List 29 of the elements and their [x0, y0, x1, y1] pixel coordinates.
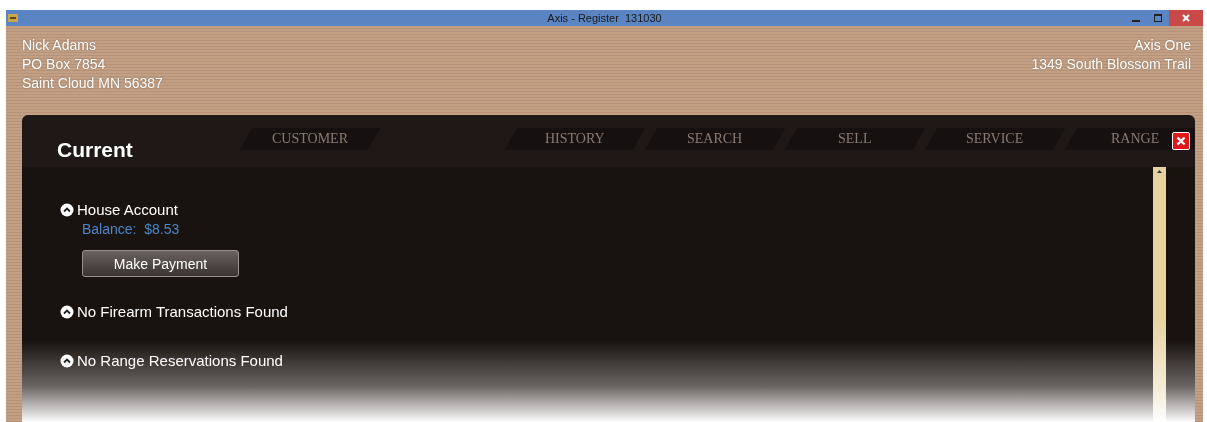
collapse-icon[interactable]: [60, 353, 74, 368]
section-heading: House Account: [77, 201, 178, 218]
scrollbar[interactable]: [1153, 167, 1166, 422]
dialog-close-button[interactable]: [1172, 132, 1190, 150]
address-line: Nick Adams: [22, 36, 96, 55]
scroll-up-arrow-icon[interactable]: [1156, 167, 1163, 175]
section-heading: No Firearm Transactions Found: [77, 303, 288, 320]
close-button[interactable]: [1169, 10, 1203, 26]
balance-text: Balance: $8.53: [82, 221, 180, 237]
tab[interactable]: SERVICE: [924, 128, 1066, 150]
tab[interactable]: HISTORY: [504, 128, 646, 150]
collapse-icon[interactable]: [60, 202, 74, 217]
close-icon: [1176, 136, 1186, 146]
address-line: 1349 South Blossom Trail: [1031, 55, 1191, 74]
tab[interactable]: SELL: [784, 128, 926, 150]
address-line: Axis One: [1134, 36, 1191, 55]
app-logo-icon: [8, 14, 18, 22]
minimize-icon: [1132, 20, 1140, 22]
section-heading: No Range Reservations Found: [77, 352, 283, 369]
tab[interactable]: CUSTOMER: [239, 128, 381, 150]
make-payment-button[interactable]: Make Payment: [82, 250, 239, 277]
address-line: Saint Cloud MN 56387: [22, 74, 163, 93]
address-line: PO Box 7854: [22, 55, 106, 74]
collapse-icon[interactable]: [60, 304, 74, 319]
close-icon: [1181, 13, 1191, 23]
restore-icon: [1153, 13, 1163, 23]
dialog-title: Current: [57, 138, 133, 162]
tab[interactable]: SEARCH: [644, 128, 786, 150]
window-title: Axis - Register 131030: [547, 12, 662, 24]
